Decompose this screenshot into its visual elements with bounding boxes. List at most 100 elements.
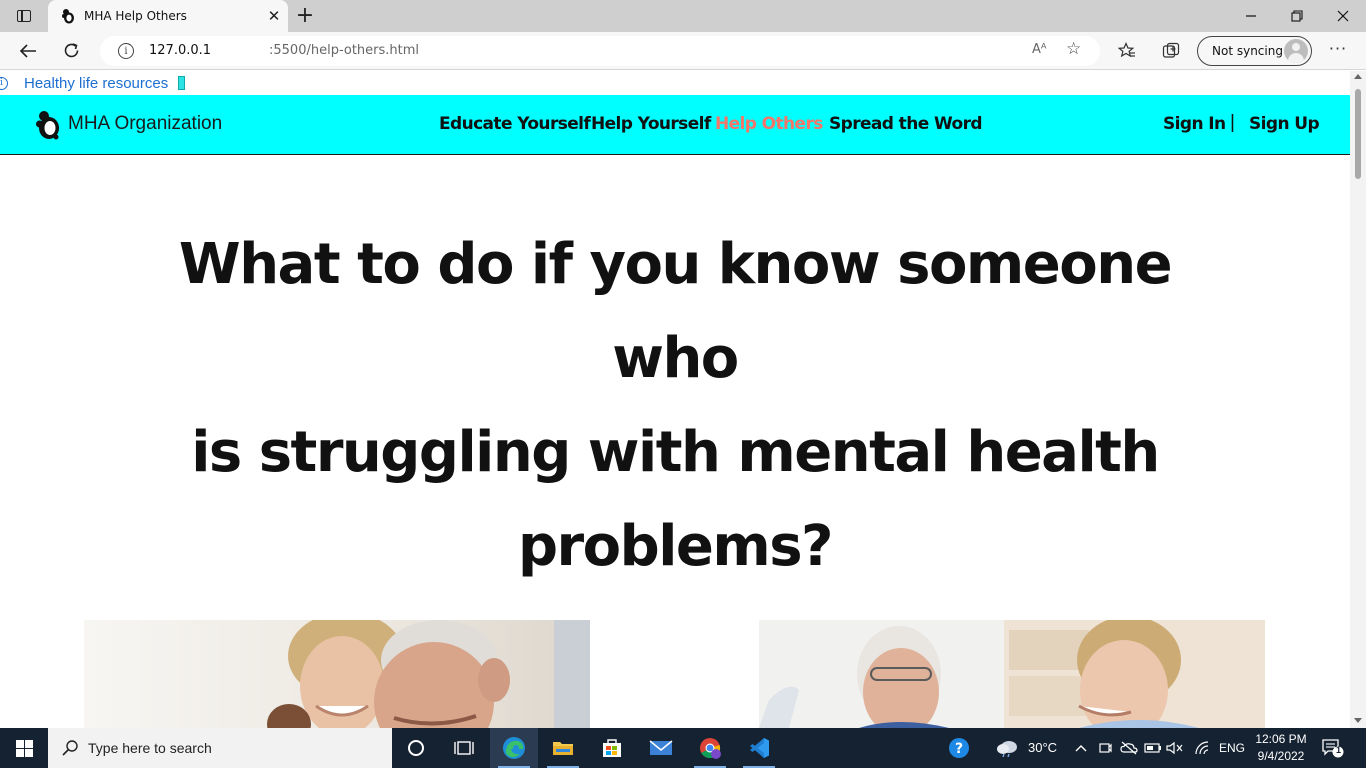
wifi-signal-icon (1195, 741, 1209, 755)
page-title: What to do if you know someone who is st… (120, 218, 1230, 594)
minimize-icon (1246, 15, 1256, 17)
search-icon (62, 740, 78, 756)
folder-icon (553, 742, 573, 755)
sign-up-link[interactable]: Sign Up (1249, 114, 1320, 134)
refresh-button[interactable] (57, 37, 87, 65)
nav-educate-yourself[interactable]: Educate Yourself (439, 114, 591, 134)
back-button[interactable] (13, 37, 43, 65)
url-path: :5500/help-others.html (269, 43, 420, 58)
start-button[interactable] (0, 728, 48, 768)
input-language[interactable]: ENG (1219, 741, 1245, 755)
read-aloud-icon[interactable]: Aᴬ (1032, 42, 1047, 57)
clock-time: 12:06 PM (1255, 732, 1307, 746)
edge-browser-icon (503, 737, 525, 759)
battery-level-icon (1144, 743, 1161, 753)
mail-envelope-icon (649, 740, 673, 755)
scroll-down-arrow-icon[interactable] (1354, 718, 1362, 723)
nav-spread-the-word[interactable]: Spread the Word (829, 114, 983, 134)
store-bag-icon (603, 739, 621, 757)
cloud-offline-icon (1120, 741, 1138, 755)
cortana-circle-icon (408, 740, 424, 756)
brand-name[interactable]: MHA Organization (68, 113, 222, 135)
auth-separator: | (1230, 112, 1235, 133)
taskbar-edge-app[interactable] (490, 728, 538, 768)
weather-temperature[interactable]: 30°C (1028, 740, 1057, 755)
address-bar-input[interactable]: i 127.0.0.1 :5500/help-others.html Aᴬ ☆ (100, 36, 1100, 66)
browser-tab-strip: MHA Help Others ✕ + (0, 0, 1366, 32)
page-title-line: problems? (517, 514, 834, 579)
volume-muted-icon[interactable] (1166, 739, 1184, 757)
nav-help-yourself[interactable]: Help Yourself (591, 114, 711, 134)
onedrive-icon[interactable] (1120, 739, 1138, 757)
resources-link-bar: i Healthy life resources (0, 71, 186, 95)
scrollbar-thumb[interactable] (1355, 89, 1361, 179)
taskbar-clock[interactable]: 12:06 PM 9/4/2022 (1248, 731, 1314, 765)
browser-tab-active[interactable]: MHA Help Others ✕ (48, 0, 288, 32)
refresh-icon (64, 43, 79, 58)
taskbar-search-box[interactable]: Type here to search (48, 728, 392, 768)
taskbar-file-explorer-app[interactable] (539, 728, 587, 768)
taskbar-store-app[interactable] (588, 728, 636, 768)
healthy-life-resources-link[interactable]: Healthy life resources (24, 75, 168, 92)
nav-help-others[interactable]: Help Others (715, 114, 823, 134)
search-placeholder: Type here to search (88, 740, 212, 756)
collections-icon[interactable] (1159, 39, 1183, 63)
page-title-line: is struggling with mental health (191, 420, 1160, 485)
svg-text:?: ? (955, 741, 963, 757)
taskbar-chrome-app[interactable] (686, 728, 734, 768)
new-tab-button[interactable]: + (292, 3, 318, 29)
close-icon (1337, 10, 1349, 22)
speaker-mute-icon (1166, 741, 1183, 755)
tab-close-icon[interactable]: ✕ (260, 7, 288, 25)
cloud-rain-icon (997, 741, 1017, 757)
caregiver-hug-photo (84, 620, 590, 728)
profile-sync-button[interactable]: Not syncing (1197, 36, 1312, 66)
site-navbar: MHA Organization Educate Yourself Help Y… (0, 95, 1350, 155)
window-minimize-button[interactable] (1228, 0, 1274, 32)
taskbar-mail-app[interactable] (637, 728, 685, 768)
camera-icon (1099, 743, 1112, 753)
browser-toolbar: i 127.0.0.1 :5500/help-others.html Aᴬ ☆ … (0, 32, 1366, 70)
window-restore-button[interactable] (1274, 0, 1320, 32)
notification-center-button[interactable]: 1 (1322, 738, 1344, 758)
window-close-button[interactable] (1320, 0, 1366, 32)
wifi-icon[interactable] (1193, 739, 1211, 757)
windows-logo-icon (15, 739, 33, 757)
favorites-icon[interactable] (1115, 39, 1139, 63)
back-arrow-icon (19, 44, 36, 58)
tab-actions-icon (17, 10, 31, 22)
collections-glyph-icon (1162, 42, 1180, 58)
scroll-up-arrow-icon[interactable] (1354, 74, 1362, 79)
site-info-icon[interactable]: i (118, 43, 134, 59)
show-hidden-icons-chevron-icon[interactable] (1072, 739, 1090, 757)
info-icon: i (0, 76, 8, 90)
notification-count-badge: 1 (1335, 745, 1341, 755)
page-scrollbar[interactable] (1350, 71, 1366, 728)
help-icon[interactable]: ? (948, 737, 970, 759)
favorites-star-list-icon (1118, 42, 1135, 58)
sync-status-label: Not syncing (1212, 44, 1283, 58)
weather-cloud-icon[interactable] (996, 739, 1020, 757)
clock-date: 9/4/2022 (1257, 749, 1305, 763)
page-title-line: What to do if you know someone who (178, 232, 1173, 391)
battery-icon[interactable] (1144, 739, 1162, 757)
profile-avatar-icon (1284, 39, 1308, 63)
url-host: 127.0.0.1 (149, 43, 212, 58)
windows-taskbar: Type here to search ? 30°C ENG 12:06 PM … (0, 728, 1366, 768)
task-view-button[interactable] (440, 728, 488, 768)
mha-logo-icon[interactable] (35, 110, 61, 140)
tab-actions-button[interactable] (10, 6, 38, 26)
page-viewport: i Healthy life resources MHA Organizatio… (0, 71, 1350, 728)
chevron-up-icon (1075, 745, 1087, 752)
more-options-icon[interactable]: ··· (1326, 39, 1350, 63)
help-circle-icon: ? (949, 738, 969, 758)
cortana-button[interactable] (392, 728, 440, 768)
restore-icon (1291, 10, 1303, 22)
taskbar-vscode-app[interactable] (735, 728, 783, 768)
add-favorite-icon[interactable]: ☆ (1066, 39, 1081, 59)
vscode-icon (750, 738, 769, 758)
sign-in-link[interactable]: Sign In (1163, 114, 1226, 134)
chrome-icon (700, 738, 721, 759)
meet-now-icon[interactable] (1096, 739, 1114, 757)
task-view-icon (454, 741, 474, 755)
